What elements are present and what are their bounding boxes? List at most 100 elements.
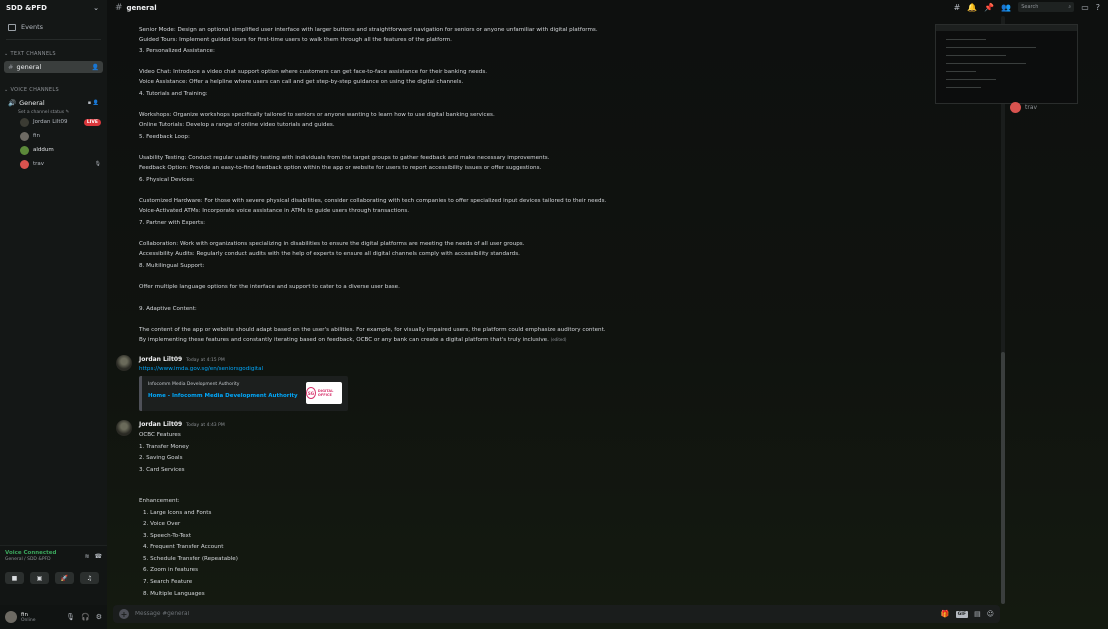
message-text: 5. Schedule Transfer (Repeatable) <box>143 556 238 562</box>
message-timestamp: Today at 4:43 PM <box>186 423 225 428</box>
avatar <box>20 117 29 127</box>
add-member-icon[interactable]: 👤 <box>92 64 99 71</box>
voice-connected-label: Voice Connected <box>5 550 57 556</box>
chat-icon[interactable]: ▪ 👤 <box>88 100 99 106</box>
message-composer: + 🎁 GIF ▤ ☺ <box>113 605 1000 623</box>
header-toolbar: # 🔔 📌 👥 Search ⌕ ▭ ? <box>954 2 1100 12</box>
edited-label: (edited) <box>550 337 567 342</box>
voice-user[interactable]: Jordan Lilt09 LIVE <box>0 115 107 129</box>
message-text: 2. Saving Goals <box>139 455 183 461</box>
voice-connected-channel[interactable]: General / SDD &PFD <box>5 557 56 562</box>
message-text: 3. Speech-To-Text <box>143 533 192 539</box>
server-header[interactable]: SDD &PFD ⌄ <box>0 0 107 16</box>
gear-icon[interactable]: ⚙ <box>96 613 102 621</box>
member-name: trav <box>1025 104 1038 111</box>
discord-app: SDD &PFD ⌄ Events ⌄ TEXT CHANNELS # gener… <box>0 0 1108 629</box>
message-author[interactable]: Jordan Lilt09 <box>139 356 182 363</box>
server-name: SDD &PFD <box>6 4 47 12</box>
channel-label: general <box>16 63 42 71</box>
bell-icon[interactable]: 🔔 <box>967 3 977 12</box>
calendar-icon <box>8 23 16 31</box>
message-text: Feedback Option: Provide an easy-to-find… <box>139 165 542 171</box>
pin-icon[interactable]: 📌 <box>984 3 994 12</box>
channel-general[interactable]: # general 👤 <box>4 61 103 73</box>
message-text: Usability Testing: Conduct regular usabi… <box>139 155 550 161</box>
message-text: Senior Mode: Design an optional simplifi… <box>139 27 598 33</box>
message-text: 3. Card Services <box>139 467 185 473</box>
message-timestamp: Today at 4:15 PM <box>186 358 225 363</box>
search-placeholder: Search <box>1021 4 1039 10</box>
events-item[interactable]: Events <box>0 16 107 38</box>
thumbnail-badge: SG <box>306 387 316 399</box>
microphone-icon[interactable]: 🎙 <box>66 613 75 621</box>
message-text: By implementing these features and const… <box>139 337 566 343</box>
divider <box>6 39 101 40</box>
user-panel: fin Online 🎙 🎧 ⚙ <box>0 605 107 629</box>
avatar[interactable] <box>5 611 17 623</box>
events-label: Events <box>21 23 44 31</box>
hash-icon: # <box>8 63 14 71</box>
message-text: Collaboration: Work with organizations s… <box>139 241 525 247</box>
hash-icon: # <box>115 3 123 13</box>
message-text: Video Chat: Introduce a video chat suppo… <box>139 69 488 75</box>
search-input[interactable]: Search ⌕ <box>1018 2 1075 12</box>
headphones-icon[interactable]: 🎧 <box>81 613 90 621</box>
search-icon: ⌕ <box>1068 4 1072 10</box>
embed-thumbnail[interactable]: SG DIGITAL OFFICE <box>306 382 342 404</box>
camera-button[interactable]: ■ <box>5 572 24 584</box>
noise-suppression-icon[interactable]: ≋ <box>84 553 89 560</box>
message-text: 4. Tutorials and Training: <box>139 91 208 97</box>
attach-plus-icon[interactable]: + <box>119 609 129 619</box>
screen-share-button[interactable]: ▣ <box>30 572 49 584</box>
message-author[interactable]: Jordan Lilt09 <box>139 421 182 428</box>
members-icon[interactable]: 👥 <box>1001 3 1011 12</box>
help-icon[interactable]: ? <box>1096 3 1100 12</box>
message-text: Online Tutorials: Develop a range of onl… <box>139 122 335 128</box>
mic-muted-icon: 🎙 <box>94 161 101 167</box>
message-text: Voice Assistance: Offer a helpline where… <box>139 79 464 85</box>
message-text: Customized Hardware: For those with seve… <box>139 198 607 204</box>
avatar[interactable] <box>116 355 132 371</box>
message-text: 2. Voice Over <box>143 521 181 527</box>
soundboard-button[interactable]: ♫ <box>80 572 99 584</box>
preview-line <box>946 39 986 40</box>
activity-button[interactable]: 🚀 <box>55 572 74 584</box>
member-item[interactable]: trav <box>1010 102 1037 113</box>
voice-user-name: alddum <box>33 147 54 153</box>
avatar <box>20 159 29 169</box>
message-input[interactable] <box>135 611 935 617</box>
speaker-icon: 🔊 <box>8 99 17 107</box>
category-label: VOICE CHANNELS <box>10 87 59 93</box>
voice-channel-general[interactable]: 🔊 General ▪ 👤 <box>4 97 103 109</box>
preview-line <box>946 79 996 80</box>
voice-channel-label: General <box>19 99 45 107</box>
threads-icon[interactable]: # <box>954 3 961 12</box>
message-text: 6. Zoom in features <box>143 567 199 573</box>
message-link[interactable]: https://www.imda.gov.sg/en/seniorsgodigi… <box>139 366 263 372</box>
emoji-icon[interactable]: ☺ <box>987 610 994 618</box>
message-text: 6. Physical Devices: <box>139 177 195 183</box>
gif-button[interactable]: GIF <box>955 610 969 618</box>
preview-line <box>946 87 981 88</box>
voice-user[interactable]: trav 🎙 <box>0 157 107 171</box>
chevron-down-icon: ⌄ <box>4 51 9 57</box>
category-text-channels[interactable]: ⌄ TEXT CHANNELS <box>0 41 107 59</box>
avatar <box>20 131 29 141</box>
inbox-icon[interactable]: ▭ <box>1081 3 1089 12</box>
disconnect-icon[interactable]: ☎ <box>95 553 102 560</box>
live-badge: LIVE <box>83 118 101 126</box>
voice-user[interactable]: alddum <box>0 143 107 157</box>
channel-title: general <box>126 4 157 12</box>
link-embed: Infocomm Media Development Authority Hom… <box>139 376 348 411</box>
chat-area: # general # 🔔 📌 👥 Search ⌕ ▭ ? Senior Mo… <box>107 0 1108 629</box>
user-status: Online <box>21 617 36 623</box>
preview-line <box>946 55 1006 56</box>
message-text-content: By implementing these features and const… <box>139 337 549 343</box>
message-text: 4. Frequent Transfer Account <box>143 544 224 550</box>
message-text: 1. Large Icons and Fonts <box>143 510 212 516</box>
avatar[interactable] <box>116 420 132 436</box>
voice-user[interactable]: fin <box>0 129 107 143</box>
category-voice-channels[interactable]: ⌄ VOICE CHANNELS <box>0 75 107 95</box>
gift-icon[interactable]: 🎁 <box>941 610 950 618</box>
sticker-icon[interactable]: ▤ <box>974 610 981 618</box>
